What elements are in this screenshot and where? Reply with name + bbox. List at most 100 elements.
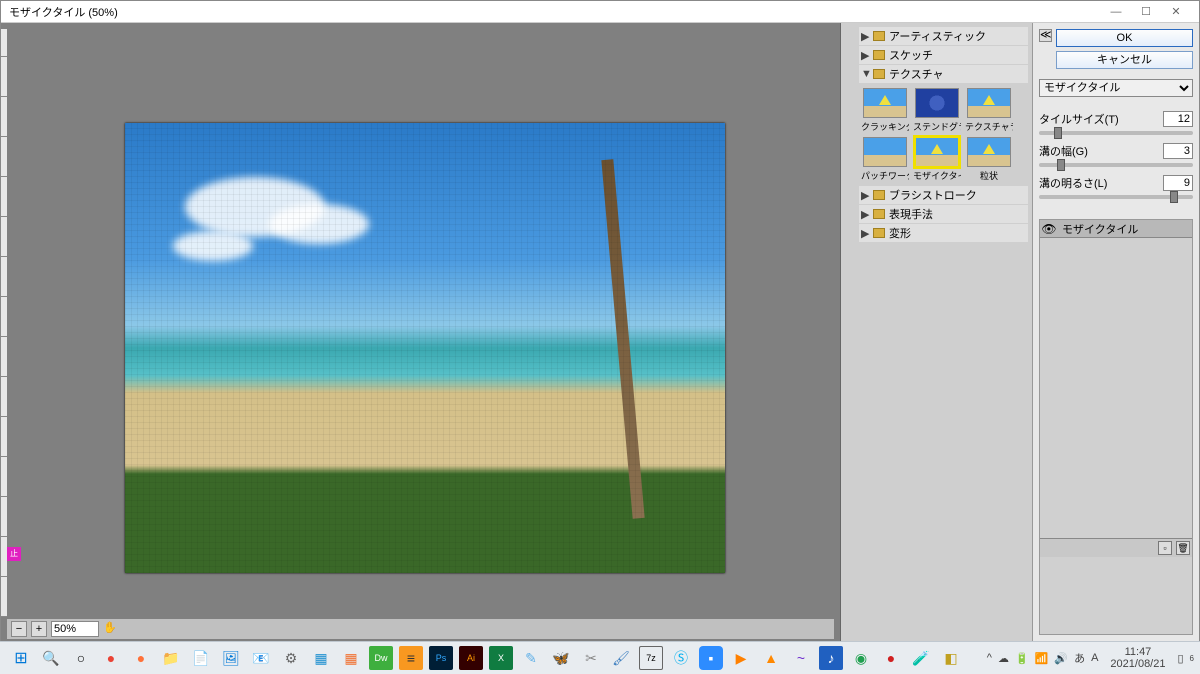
disclosure-triangle-icon: ▶ [861, 49, 869, 62]
grout-lightness-slider[interactable] [1039, 195, 1193, 199]
taskbar-app-settings[interactable]: ⚙ [279, 646, 303, 670]
taskbar-app-generic[interactable]: ✎ [519, 646, 543, 670]
tray-ime-mode-icon[interactable]: A [1091, 652, 1098, 664]
tray-volume-icon[interactable]: 🔊 [1054, 652, 1068, 665]
category-artistic[interactable]: ▶ アーティスティック [859, 27, 1028, 45]
collapse-settings-button[interactable]: ≪ [1039, 29, 1052, 42]
taskbar-app-skype[interactable]: Ⓢ [669, 646, 693, 670]
effect-name: モザイクタイル [1058, 221, 1192, 237]
category-sketch[interactable]: ▶ スケッチ [859, 46, 1028, 64]
folder-icon [873, 190, 885, 200]
taskbar-app-generic[interactable]: ~ [789, 646, 813, 670]
visibility-eye-icon[interactable]: 👁 [1040, 222, 1058, 236]
param-grout-width: 溝の幅(G) [1039, 143, 1193, 159]
tray-onedrive-icon[interactable]: ☁ [998, 652, 1009, 665]
category-texture[interactable]: ▼ テクスチャ [859, 65, 1028, 83]
taskbar-app-music[interactable]: ♪ [819, 646, 843, 670]
category-label: スケッチ [889, 47, 933, 63]
taskbar-app-notepad[interactable]: 📄 [189, 646, 213, 670]
taskbar-app-generic[interactable]: 🦋 [549, 646, 573, 670]
system-tray: ^ ☁ 🔋 📶 🔊 あ A 11:47 2021/08/21 ▯ 6 [987, 646, 1194, 670]
filter-thumb-texturizer[interactable]: テクスチャライザー [965, 88, 1013, 133]
filter-thumb-stained-glass[interactable]: ステンドグラス [913, 88, 961, 133]
taskbar-app-generic[interactable]: ◧ [939, 646, 963, 670]
tray-network-icon[interactable]: 📶 [1035, 652, 1049, 665]
thumb-preview [967, 137, 1011, 167]
disclosure-triangle-icon: ▶ [861, 227, 869, 240]
taskbar-app-chrome[interactable]: ● [99, 646, 123, 670]
filter-select[interactable]: モザイクタイル [1039, 79, 1193, 97]
taskbar-clock[interactable]: 11:47 2021/08/21 [1104, 646, 1171, 670]
thumb-label: ステンドグラス [913, 120, 961, 133]
taskbar-app-generic[interactable]: 🧪 [909, 646, 933, 670]
category-expression[interactable]: ▶ 表現手法 [859, 205, 1028, 223]
category-label: 変形 [889, 225, 911, 241]
grout-width-slider[interactable] [1039, 163, 1193, 167]
titlebar: モザイクタイル (50%) — ☐ ✕ [1, 1, 1199, 23]
tray-notifications-icon[interactable]: ▯ [1177, 652, 1183, 665]
effect-stack-item[interactable]: 👁 モザイクタイル [1040, 220, 1192, 238]
zoom-level-field[interactable] [51, 621, 99, 637]
grout-width-input[interactable] [1163, 143, 1193, 159]
tile-size-slider[interactable] [1039, 131, 1193, 135]
folder-icon [873, 50, 885, 60]
taskbar-app-generic[interactable]: ✂ [579, 646, 603, 670]
filter-thumb-grain[interactable]: 粒状 [965, 137, 1013, 182]
taskbar-app-generic[interactable]: 🖌 [609, 646, 633, 670]
cancel-button[interactable]: キャンセル [1056, 51, 1193, 69]
minimize-button[interactable]: — [1101, 6, 1131, 18]
thumb-preview [967, 88, 1011, 118]
filter-gallery-window: モザイクタイル (50%) — ☐ ✕ 止 − + ✋ [0, 0, 1200, 641]
tray-overflow-icon[interactable]: ^ [987, 652, 992, 664]
taskbar-app-zoom[interactable]: ▪ [699, 646, 723, 670]
taskbar-app-dreamweaver[interactable]: Dw [369, 646, 393, 670]
filter-thumb-craquelure[interactable]: クラッキング [861, 88, 909, 133]
maximize-button[interactable]: ☐ [1131, 5, 1161, 18]
mosaic-effect-overlay [125, 123, 725, 573]
taskbar-app-explorer[interactable]: 📁 [159, 646, 183, 670]
filter-thumb-patchwork[interactable]: パッチワーク [861, 137, 909, 182]
taskbar-app-generic[interactable]: ▦ [339, 646, 363, 670]
filter-thumb-mosaic-tiles[interactable]: モザイクタイル [913, 137, 961, 182]
zoom-out-button[interactable]: − [11, 621, 27, 637]
start-button[interactable]: ⊞ [9, 646, 33, 670]
taskbar-app-generic[interactable]: ◉ [849, 646, 873, 670]
taskbar-app-7zip[interactable]: 7z [639, 646, 663, 670]
taskbar-app-illustrator[interactable]: Ai [459, 646, 483, 670]
delete-effect-layer-button[interactable]: 🗑 [1176, 541, 1190, 555]
tile-size-input[interactable] [1163, 111, 1193, 127]
filter-category-list: ▶ アーティスティック ▶ スケッチ ▼ テクスチャ [855, 23, 1032, 641]
taskbar-app-record[interactable]: ● [879, 646, 903, 670]
category-distort[interactable]: ▶ 変形 [859, 224, 1028, 242]
new-effect-layer-button[interactable]: ▫ [1158, 541, 1172, 555]
preview-pane: 止 − + ✋ [1, 23, 841, 641]
taskbar-app-photos[interactable]: 🖼 [219, 646, 243, 670]
search-icon[interactable]: 🔍 [39, 646, 63, 670]
filter-thumbnails: クラッキング ステンドグラス テクスチャライザー パッチワーク [859, 84, 1028, 186]
preview-viewport[interactable] [7, 29, 834, 617]
taskbar-app-firefox[interactable]: ● [129, 646, 153, 670]
taskbar-app-vlc[interactable]: ▲ [759, 646, 783, 670]
ok-button[interactable]: OK [1056, 29, 1193, 47]
taskbar-app-media[interactable]: ▶ [729, 646, 753, 670]
category-label: 表現手法 [889, 206, 933, 222]
hand-tool-icon[interactable]: ✋ [103, 621, 119, 637]
tray-battery-icon[interactable]: 🔋 [1015, 652, 1029, 665]
panel-toggle-column[interactable] [841, 23, 855, 641]
cortana-icon[interactable]: ○ [69, 646, 93, 670]
filter-select-dropdown[interactable]: モザイクタイル [1039, 79, 1193, 97]
taskbar-app-excel[interactable]: X [489, 646, 513, 670]
close-button[interactable]: ✕ [1161, 5, 1191, 18]
category-brushstroke[interactable]: ▶ ブラシストローク [859, 186, 1028, 204]
taskbar-app-sublime[interactable]: ≡ [399, 646, 423, 670]
param-label: 溝の幅(G) [1039, 143, 1163, 159]
taskbar-app-generic[interactable]: ▦ [309, 646, 333, 670]
preview-toolbar: − + ✋ [7, 619, 834, 639]
grout-lightness-input[interactable] [1163, 175, 1193, 191]
tray-ime-icon[interactable]: あ [1074, 650, 1085, 666]
taskbar-app-photoshop[interactable]: Ps [429, 646, 453, 670]
settings-pane: ≪ OK キャンセル モザイクタイル タイルサイズ(T) 溝の幅(G) [1033, 23, 1199, 641]
zoom-in-button[interactable]: + [31, 621, 47, 637]
clock-time: 11:47 [1110, 646, 1165, 658]
taskbar-app-outlook[interactable]: 📧 [249, 646, 273, 670]
